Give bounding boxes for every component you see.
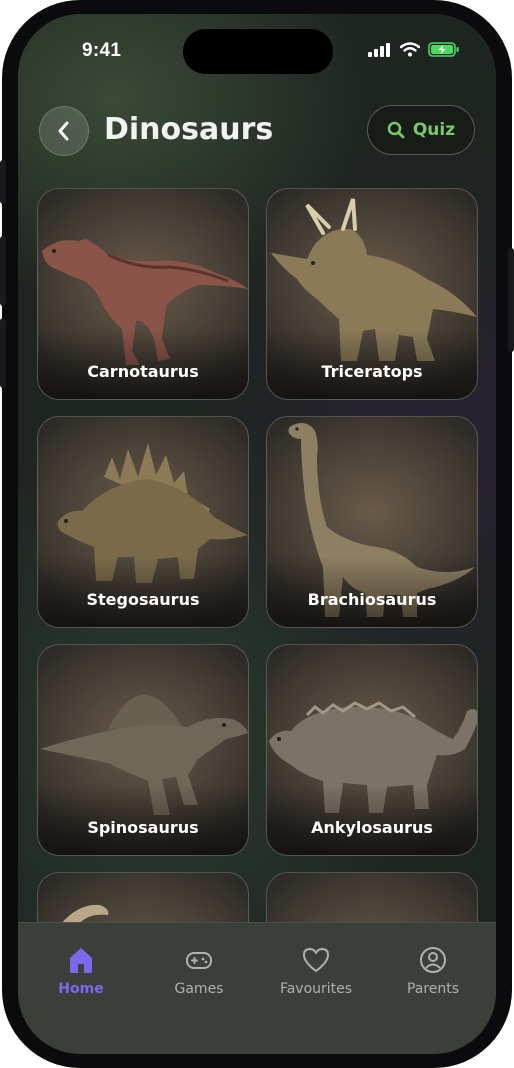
- dinosaur-name: Brachiosaurus: [307, 590, 437, 609]
- volume-up-button: [0, 236, 6, 306]
- home-icon: [70, 948, 92, 973]
- battery-charging-icon: [428, 42, 459, 57]
- dinosaur-grid: Carnotaurus Triceratops Stegosaurus Brac…: [37, 188, 479, 924]
- tab-label: Games: [174, 981, 224, 997]
- tab-label: Favourites: [279, 981, 353, 997]
- dinosaur-card-partial-right[interactable]: [266, 872, 478, 924]
- mute-switch: [0, 160, 6, 204]
- dynamic-island: [183, 29, 333, 74]
- screen: 9:41 Dinosaurs Quiz Carnotaurus Tricerat…: [18, 14, 496, 1054]
- status-bar: 9:41: [18, 14, 496, 84]
- page-title: Dinosaurs: [104, 112, 274, 147]
- dinosaur-card-stegosaurus[interactable]: Stegosaurus: [37, 416, 249, 628]
- dinosaur-card-partial-left[interactable]: [37, 872, 249, 924]
- dinosaur-name: Triceratops: [321, 362, 423, 381]
- dinosaur-card-brachiosaurus[interactable]: Brachiosaurus: [266, 416, 478, 628]
- quiz-button[interactable]: Quiz: [367, 105, 475, 155]
- search-icon: [387, 121, 405, 139]
- volume-down-button: [0, 318, 6, 388]
- dinosaur-name: Spinosaurus: [87, 818, 199, 837]
- back-button[interactable]: [39, 106, 89, 156]
- quiz-label: Quiz: [412, 120, 456, 140]
- dinosaur-card-ankylosaurus[interactable]: Ankylosaurus: [266, 644, 478, 856]
- status-time: 9:41: [82, 40, 122, 61]
- header: Dinosaurs Quiz: [18, 104, 496, 160]
- status-icons: [368, 42, 460, 57]
- tab-home[interactable]: Home: [26, 945, 136, 997]
- tab-parents[interactable]: Parents: [378, 945, 488, 997]
- tab-bar: Home Games Favourites Parents: [18, 922, 496, 1054]
- wifi-icon: [400, 42, 420, 57]
- gamepad-icon: [186, 952, 212, 969]
- dinosaur-name: Stegosaurus: [86, 590, 200, 609]
- user-circle-icon: [420, 947, 446, 973]
- tab-label: Parents: [406, 981, 460, 997]
- dinosaur-partial-image: [60, 904, 109, 924]
- tab-games[interactable]: Games: [144, 945, 254, 997]
- dinosaur-name: Carnotaurus: [87, 362, 199, 381]
- power-button: [508, 248, 514, 352]
- chevron-left-icon: [58, 121, 69, 141]
- cellular-signal-icon: [368, 42, 390, 57]
- tab-favourites[interactable]: Favourites: [261, 945, 371, 997]
- tab-label: Home: [58, 981, 104, 997]
- dinosaur-card-carnotaurus[interactable]: Carnotaurus: [37, 188, 249, 400]
- dinosaur-card-triceratops[interactable]: Triceratops: [266, 188, 478, 400]
- dinosaur-name: Ankylosaurus: [311, 818, 433, 837]
- heart-icon: [303, 948, 329, 972]
- dinosaur-card-spinosaurus[interactable]: Spinosaurus: [37, 644, 249, 856]
